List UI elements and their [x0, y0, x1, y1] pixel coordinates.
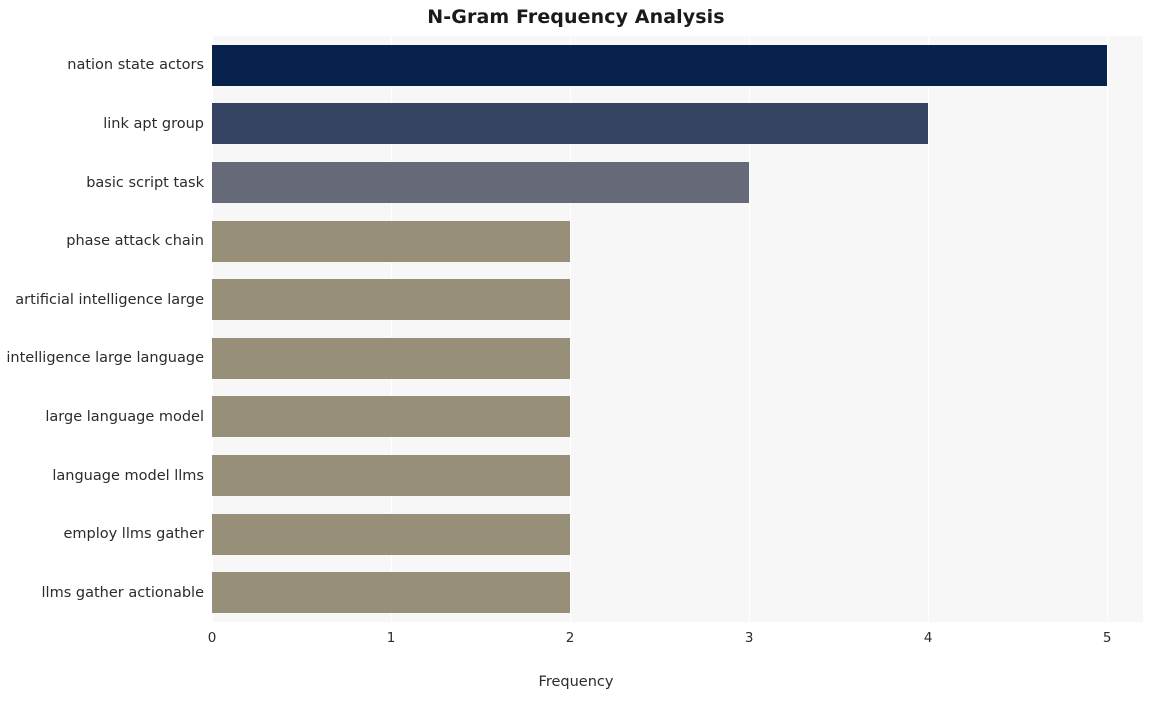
bar-row — [212, 153, 1143, 212]
bar — [212, 220, 571, 262]
bar — [212, 44, 1108, 86]
x-tick-label: 4 — [923, 630, 933, 646]
y-tick-label: link apt group — [103, 115, 204, 132]
bar — [212, 513, 571, 555]
bar-row — [212, 95, 1143, 154]
y-tick-label: basic script task — [86, 174, 204, 191]
bar-row — [212, 563, 1143, 622]
bar-row — [212, 505, 1143, 564]
x-tick-label: 5 — [1102, 630, 1112, 646]
x-tick-label: 2 — [565, 630, 575, 646]
y-tick-label: nation state actors — [67, 57, 204, 74]
bar — [212, 454, 571, 496]
y-tick-label: artificial intelligence large — [15, 291, 204, 308]
bar-row — [212, 270, 1143, 329]
y-tick-label: llms gather actionable — [41, 584, 204, 601]
bar — [212, 396, 571, 438]
bar — [212, 337, 571, 379]
y-tick-label: intelligence large language — [6, 350, 204, 367]
bar-row — [212, 388, 1143, 447]
y-tick-label: employ llms gather — [63, 526, 204, 543]
chart-title: N-Gram Frequency Analysis — [427, 6, 725, 28]
bar — [212, 279, 571, 321]
bar-row — [212, 212, 1143, 271]
bar — [212, 103, 929, 145]
y-tick-label: phase attack chain — [66, 233, 204, 250]
bar — [212, 572, 571, 614]
plot-area — [212, 36, 1143, 622]
y-tick-label: language model llms — [52, 467, 204, 484]
x-tick-label: 1 — [386, 630, 396, 646]
bar-row — [212, 329, 1143, 388]
x-axis-label: Frequency — [538, 674, 614, 690]
bar-row — [212, 36, 1143, 95]
chart-container: N-Gram Frequency Analysis Frequency nati… — [0, 0, 1152, 701]
y-tick-label: large language model — [45, 408, 204, 425]
x-tick-label: 0 — [207, 630, 217, 646]
x-tick-label: 3 — [744, 630, 754, 646]
bar-row — [212, 446, 1143, 505]
bar — [212, 161, 750, 203]
